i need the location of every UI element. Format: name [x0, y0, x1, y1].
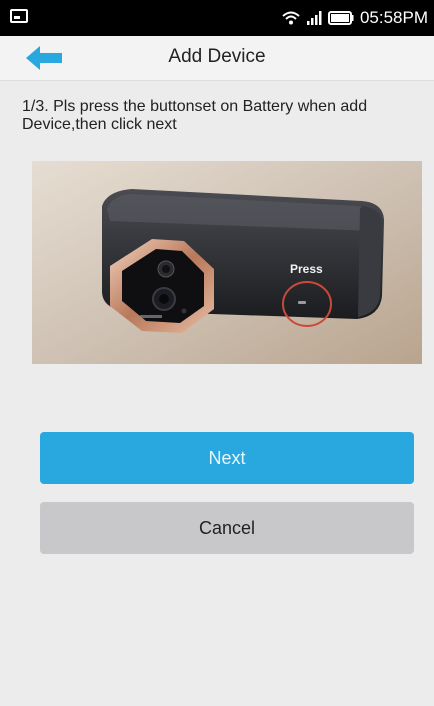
status-time: 05:58PM [359, 8, 428, 27]
page-title: Add Device [168, 46, 266, 67]
cancel-button[interactable]: Cancel [40, 502, 414, 554]
status-bar: 05:58PM [0, 0, 434, 36]
device-photo: Press [32, 161, 422, 364]
header: Add Device [0, 36, 434, 81]
signal-icon [306, 11, 322, 25]
next-button[interactable]: Next [40, 432, 414, 484]
status-icons: 05:58PM [282, 6, 428, 30]
wifi-icon [282, 11, 300, 25]
screenshot-notification-icon [10, 9, 28, 23]
press-label: Press [290, 262, 323, 276]
battery-icon [327, 11, 354, 25]
instruction-text: 1/3. Pls press the buttonset on Battery … [22, 98, 368, 133]
battery-button [298, 301, 306, 304]
